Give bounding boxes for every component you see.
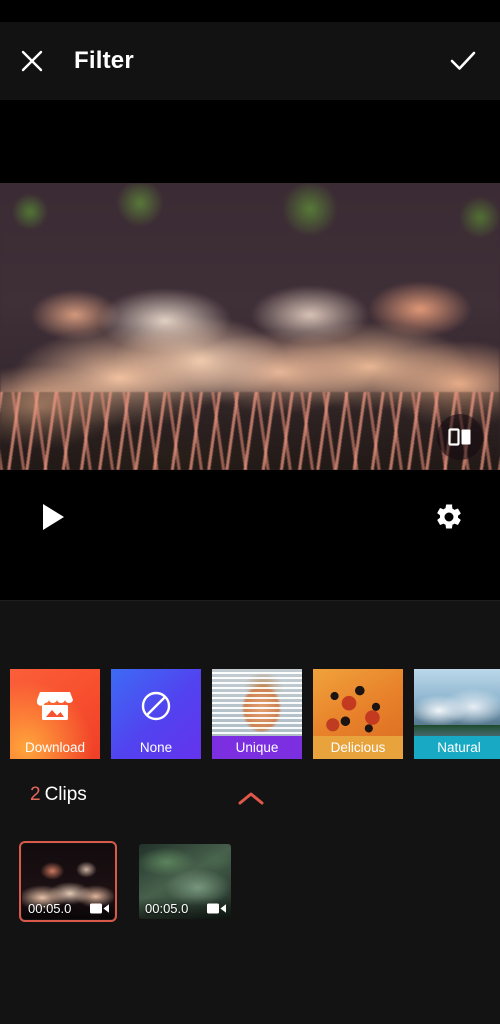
filter-label: Download (24, 740, 86, 755)
clips-count-label: 2 Clips (30, 784, 87, 806)
check-icon (450, 51, 476, 70)
clip-thumbnail[interactable]: 00:05.0 (139, 844, 231, 919)
close-icon (21, 50, 43, 72)
gear-icon (437, 504, 461, 529)
settings-button[interactable] (426, 494, 472, 540)
clip-duration: 00:05.0 (145, 900, 189, 916)
confirm-button[interactable] (426, 22, 500, 100)
filter-label: Unique (212, 736, 302, 759)
clips-count-number: 2 (30, 784, 41, 805)
transport-bar (0, 470, 500, 565)
page-title: Filter (74, 47, 134, 74)
video-camera-icon (90, 903, 109, 913)
collapse-clips-button[interactable] (228, 779, 274, 819)
play-button[interactable] (30, 494, 76, 540)
filter-tile-natural[interactable]: Natural (414, 669, 500, 759)
filter-tile-download[interactable]: Download (10, 669, 100, 759)
filter-label: None (139, 740, 173, 755)
clip-duration: 00:05.0 (28, 900, 72, 916)
filter-tile-unique[interactable]: Unique (212, 669, 302, 759)
clips-list: 00:05.0 00:05.0 (19, 841, 231, 922)
filter-tile-delicious[interactable]: Delicious (313, 669, 403, 759)
clips-header: 2 Clips (0, 779, 500, 821)
filter-label: Delicious (313, 736, 403, 759)
play-icon (42, 504, 64, 530)
filter-panel: Download None Unique Delicious Natural 2… (0, 600, 500, 1024)
preview-stage (0, 100, 500, 600)
filter-label: Natural (414, 736, 500, 759)
chevron-up-icon (238, 792, 264, 805)
header-bar: Filter (0, 22, 500, 100)
video-preview[interactable] (0, 183, 500, 470)
clip-meta: 00:05.0 (139, 897, 231, 919)
clip-meta: 00:05.0 (22, 897, 114, 919)
video-frame-foreground (0, 392, 500, 470)
clips-word: Clips (44, 784, 87, 805)
compare-button[interactable] (437, 414, 483, 460)
filter-screen: Filter Download None Unique Delicious Na… (0, 0, 500, 1024)
filter-list[interactable]: Download None Unique Delicious Natural (0, 669, 500, 761)
storefront-icon (37, 692, 73, 720)
clip-thumbnail[interactable]: 00:05.0 (19, 841, 117, 922)
compare-split-icon (448, 428, 471, 446)
video-camera-icon (207, 903, 226, 913)
close-button[interactable] (0, 22, 64, 100)
filter-tile-none[interactable]: None (111, 669, 201, 759)
status-bar (0, 0, 500, 22)
no-filter-icon (141, 691, 171, 721)
